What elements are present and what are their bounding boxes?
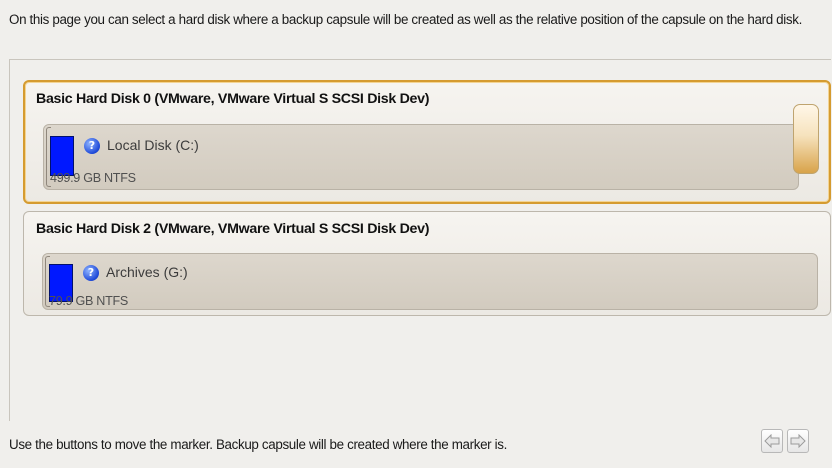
partition-c[interactable]: ? Local Disk (C:) 499.9 GB NTFS [43, 124, 799, 190]
partition-size: 79.9 GB NTFS [49, 294, 128, 308]
partition-usage-bar [50, 136, 74, 176]
disk-list-panel: Basic Hard Disk 0 (VMware, VMware Virtua… [9, 59, 831, 421]
arrow-right-icon [790, 434, 806, 448]
move-left-button[interactable] [761, 429, 783, 453]
partition-name: Archives (G:) [106, 264, 188, 280]
help-icon: ? [83, 265, 99, 281]
footer-hint: Use the buttons to move the marker. Back… [9, 437, 507, 452]
partition-size: 499.9 GB NTFS [50, 171, 136, 185]
disk-card-2[interactable]: Basic Hard Disk 2 (VMware, VMware Virtua… [23, 211, 831, 316]
move-right-button[interactable] [787, 429, 809, 453]
disk-card-0[interactable]: Basic Hard Disk 0 (VMware, VMware Virtua… [23, 80, 831, 204]
help-icon: ? [84, 138, 100, 154]
partition-name: Local Disk (C:) [107, 137, 199, 153]
arrow-left-icon [764, 434, 780, 448]
capsule-marker-handle[interactable] [793, 104, 819, 174]
partition-g[interactable]: ? Archives (G:) 79.9 GB NTFS [42, 253, 818, 310]
intro-text: On this page you can select a hard disk … [9, 12, 802, 27]
disk-title: Basic Hard Disk 0 (VMware, VMware Virtua… [36, 91, 430, 107]
disk-title: Basic Hard Disk 2 (VMware, VMware Virtua… [36, 221, 430, 237]
